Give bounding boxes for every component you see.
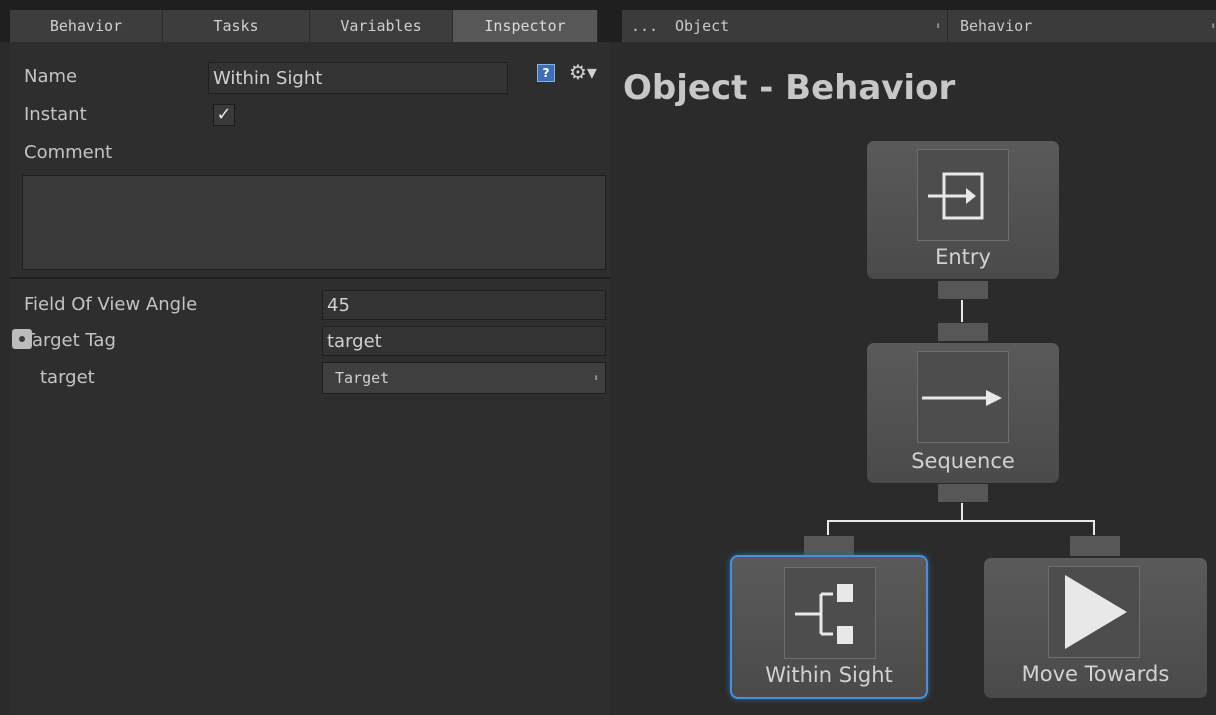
fov-field[interactable]: 45 — [322, 290, 606, 320]
gear-icon[interactable]: ⚙▾ — [569, 60, 597, 84]
connection-wire — [961, 300, 963, 322]
name-field-value: Within Sight — [213, 67, 323, 89]
node-label: Within Sight — [765, 663, 893, 687]
fov-label: Field Of View Angle — [24, 294, 198, 315]
section-divider — [10, 277, 610, 279]
graph-title: Object - Behavior — [623, 68, 956, 108]
name-field[interactable]: Within Sight — [208, 62, 508, 94]
object-dropdown-label: Object — [675, 17, 730, 35]
updown-arrows-icon: ⬍ — [1209, 20, 1216, 32]
node-move-towards[interactable]: Move Towards — [983, 557, 1208, 699]
shared-variable-icon[interactable] — [12, 329, 32, 349]
comment-label: Comment — [24, 142, 113, 163]
instant-label: Instant — [24, 104, 87, 125]
behavior-dropdown-label: Behavior — [960, 17, 1033, 35]
behavior-dropdown[interactable]: Behavior ⬍ — [947, 10, 1216, 42]
comment-textarea[interactable] — [22, 175, 606, 270]
tab-behavior[interactable]: Behavior — [10, 10, 163, 42]
entry-icon — [917, 149, 1009, 241]
play-icon — [1048, 566, 1140, 658]
instant-check-glyph: ✓ — [216, 104, 232, 125]
node-within-sight[interactable]: Within Sight — [730, 555, 928, 699]
target-dropdown-value: Target — [335, 369, 390, 387]
node-label: Move Towards — [1021, 662, 1170, 686]
graph-toolbar: ... Object ⬍ Behavior ⬍ — [622, 10, 1216, 42]
connection-wire — [827, 520, 829, 536]
conditional-icon — [784, 567, 876, 659]
tab-inspector[interactable]: Inspector — [453, 10, 598, 42]
arrow-right-icon — [917, 351, 1009, 443]
connection-wire — [1093, 520, 1095, 536]
output-port[interactable] — [937, 483, 989, 503]
target-tag-label: Target Tag — [24, 330, 116, 351]
tab-bar: Behavior Tasks Variables Inspector ... O… — [0, 0, 1216, 42]
input-port[interactable] — [1069, 535, 1121, 557]
target-tag-field[interactable]: target — [322, 326, 606, 356]
object-dropdown[interactable]: Object ⬍ — [667, 10, 947, 42]
input-port[interactable] — [937, 322, 989, 342]
target-label: target — [40, 367, 95, 388]
inspector-panel: Name Within Sight ? ⚙▾ Instant ✓ Comment… — [10, 42, 610, 715]
help-glyph: ? — [542, 66, 550, 80]
target-dropdown[interactable]: Target ⬍ — [322, 362, 606, 394]
connection-wire — [961, 503, 963, 521]
input-port[interactable] — [803, 535, 855, 557]
name-label: Name — [24, 66, 78, 87]
node-label: Entry — [935, 245, 991, 269]
output-port[interactable] — [937, 280, 989, 300]
tab-variables[interactable]: Variables — [310, 10, 453, 42]
instant-checkbox[interactable]: ✓ — [213, 104, 235, 126]
fov-value: 45 — [327, 294, 350, 316]
node-label: Sequence — [911, 449, 1015, 473]
node-sequence[interactable]: Sequence — [866, 342, 1060, 484]
target-tag-value: target — [327, 330, 382, 352]
updown-arrows-icon: ⬍ — [592, 372, 599, 384]
more-label: ... — [630, 17, 659, 35]
tab-tasks[interactable]: Tasks — [163, 10, 310, 42]
help-icon[interactable]: ? — [537, 64, 555, 82]
connection-wire — [827, 520, 1095, 522]
node-entry[interactable]: Entry — [866, 140, 1060, 280]
updown-arrows-icon: ⬍ — [934, 20, 941, 32]
more-button[interactable]: ... — [622, 10, 667, 42]
